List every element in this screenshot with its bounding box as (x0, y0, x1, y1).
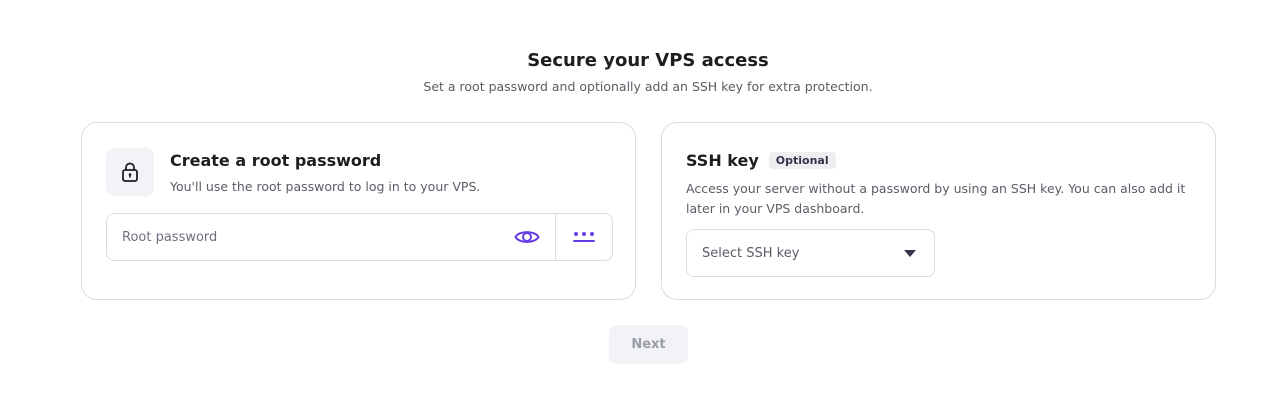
ssh-key-card: SSH key Optional Access your server with… (661, 122, 1216, 300)
ssh-heading-row: SSH key Optional (686, 151, 836, 170)
ssh-card-description: Access your server without a password by… (686, 181, 1186, 216)
page-header: Secure your VPS access Set a root passwo… (0, 50, 1280, 94)
eye-icon (514, 231, 540, 243)
ssh-card-title: SSH key (686, 151, 759, 170)
lock-icon (122, 162, 138, 182)
page-title: Secure your VPS access (527, 50, 769, 71)
password-card-description: You'll use the root password to log in t… (170, 179, 481, 194)
caret-down-icon (904, 249, 916, 257)
root-password-card: Create a root password You'll use the ro… (81, 122, 636, 300)
password-card-title: Create a root password (170, 151, 382, 170)
ssh-key-select[interactable]: Select SSH key (686, 229, 935, 277)
ssh-key-select-label: Select SSH key (702, 245, 800, 261)
optional-badge: Optional (768, 152, 836, 169)
root-password-input[interactable]: Root password (107, 230, 499, 245)
toggle-password-visibility-button[interactable] (499, 214, 555, 260)
page-subtitle: Set a root password and optionally add a… (423, 79, 873, 94)
generate-password-button[interactable] (556, 214, 612, 260)
dots-icon (573, 232, 595, 242)
lock-icon-box (106, 148, 154, 196)
root-password-field[interactable]: Root password (106, 213, 613, 261)
next-button[interactable]: Next (609, 325, 688, 364)
